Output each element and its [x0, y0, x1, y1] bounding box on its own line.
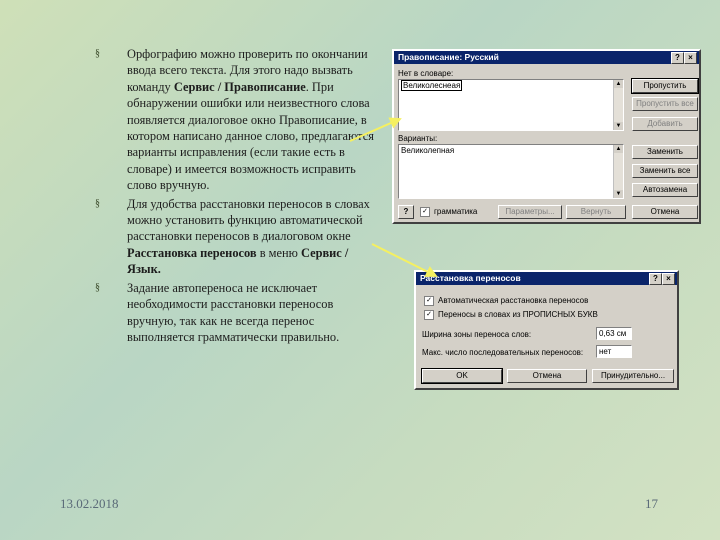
max-consecutive-input[interactable]: нет — [596, 345, 632, 358]
spelling-title-bar: Правописание: Русский ? × — [394, 51, 699, 64]
bullet-2-bold-a: Расстановка переносов — [127, 245, 257, 260]
close-button[interactable]: × — [662, 273, 675, 285]
caps-hyphenation-label: Переносы в словах из ПРОПИСНЫХ БУКВ — [438, 310, 598, 319]
bullet-2-text-b: в меню — [256, 245, 301, 260]
office-assistant-icon[interactable]: ? — [398, 205, 414, 219]
spelling-dialog: Правописание: Русский ? × Нет в словаре:… — [392, 49, 701, 224]
scroll-up-icon[interactable]: ▲ — [614, 145, 623, 153]
max-consecutive-label: Макс. число последовательных переносов: — [422, 348, 584, 357]
misspelled-word: Великолеснеая — [401, 80, 463, 91]
scroll-up-icon[interactable]: ▲ — [614, 80, 623, 88]
bullet-1: § Орфографию можно проверить по окончани… — [95, 46, 380, 194]
bullet-1-bold: Сервис / Правописание — [173, 79, 306, 94]
bullet-2-text-a: Для удобства расстановки переносов в сло… — [127, 196, 370, 244]
auto-hyphenation-label: Автоматическая расстановка переносов — [438, 296, 589, 305]
cancel-button[interactable]: Отмена — [507, 369, 587, 383]
manual-button[interactable]: Принудительно... — [592, 369, 674, 383]
suggestions-label: Варианты: — [398, 134, 438, 143]
bullet-3-text: Задание автопереноса не исключает необхо… — [127, 280, 340, 344]
scroll-down-icon[interactable]: ▼ — [614, 190, 623, 198]
hyphenation-title: Расстановка переносов — [420, 273, 521, 283]
skip-all-button[interactable]: Пропустить все — [632, 97, 698, 111]
change-all-button[interactable]: Заменить все — [632, 164, 698, 178]
hyphenation-title-bar: Расстановка переносов ? × — [416, 272, 677, 285]
grammar-label: грамматика — [434, 207, 478, 216]
spelling-title: Правописание: Русский — [398, 52, 499, 62]
zone-width-input[interactable]: 0,63 см — [596, 327, 632, 340]
bullet-mark: § — [95, 48, 100, 59]
undo-button[interactable]: Вернуть — [566, 205, 626, 219]
add-button[interactable]: Добавить — [632, 117, 698, 131]
help-button[interactable]: ? — [649, 273, 662, 285]
not-in-dict-label: Нет в словаре: — [398, 69, 454, 78]
caps-hyphenation-checkbox[interactable]: ✓ — [424, 310, 434, 320]
slide-body: § Орфографию можно проверить по окончани… — [95, 46, 380, 347]
slide-date: 13.02.2018 — [60, 496, 119, 511]
suggestion-item[interactable]: Великолепная — [401, 146, 454, 155]
skip-button[interactable]: Пропустить — [631, 78, 699, 94]
hyphenation-dialog: Расстановка переносов ? × ✓ Автоматическ… — [414, 270, 679, 390]
bullet-mark: § — [95, 197, 100, 209]
auto-hyphenation-checkbox[interactable]: ✓ — [424, 296, 434, 306]
scroll-down-icon[interactable]: ▼ — [614, 122, 623, 130]
page-number: 17 — [645, 496, 658, 511]
bullet-1-text-b: . При обнаружении ошибки или неизвестног… — [127, 79, 374, 193]
not-in-dict-field[interactable]: Великолеснеая ▲ ▼ — [398, 79, 624, 131]
ok-button[interactable]: OK — [421, 368, 503, 384]
scrollbar[interactable]: ▲ ▼ — [613, 145, 623, 198]
close-button[interactable]: × — [684, 52, 697, 64]
bullet-3: § Задание автопереноса не исключает необ… — [95, 280, 380, 346]
suggestions-list[interactable]: Великолепная ▲ ▼ — [398, 144, 624, 199]
cancel-button[interactable]: Отмена — [632, 205, 698, 219]
help-button[interactable]: ? — [671, 52, 684, 64]
bullet-mark: § — [95, 281, 100, 293]
scrollbar[interactable]: ▲ ▼ — [613, 80, 623, 130]
change-button[interactable]: Заменить — [632, 145, 698, 159]
autocorrect-button[interactable]: Автозамена — [632, 183, 698, 197]
params-button[interactable]: Параметры... — [498, 205, 562, 219]
zone-width-label: Ширина зоны переноса слов: — [422, 330, 532, 339]
grammar-checkbox[interactable]: ✓ — [420, 207, 430, 217]
bullet-2: § Для удобства расстановки переносов в с… — [95, 196, 380, 278]
